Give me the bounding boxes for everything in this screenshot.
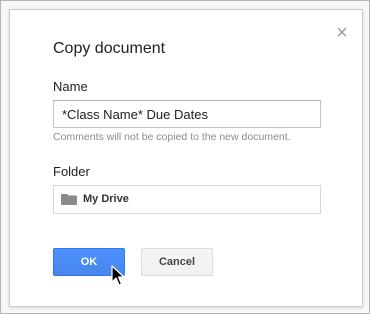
folder-name: My Drive — [83, 193, 129, 205]
folder-icon — [61, 194, 77, 205]
close-icon[interactable]: × — [333, 23, 351, 43]
folder-picker[interactable]: My Drive — [53, 185, 321, 214]
mouse-pointer-icon — [111, 265, 125, 286]
name-label: Name — [53, 79, 88, 94]
copy-document-dialog: × Copy document Name Comments will not b… — [9, 9, 363, 307]
name-input[interactable] — [53, 100, 321, 128]
cancel-button[interactable]: Cancel — [141, 248, 213, 276]
dialog-title: Copy document — [53, 40, 166, 57]
comments-hint: Comments will not be copied to the new d… — [53, 131, 291, 143]
folder-label: Folder — [53, 164, 90, 179]
screenshot-frame: × Copy document Name Comments will not b… — [0, 0, 370, 314]
